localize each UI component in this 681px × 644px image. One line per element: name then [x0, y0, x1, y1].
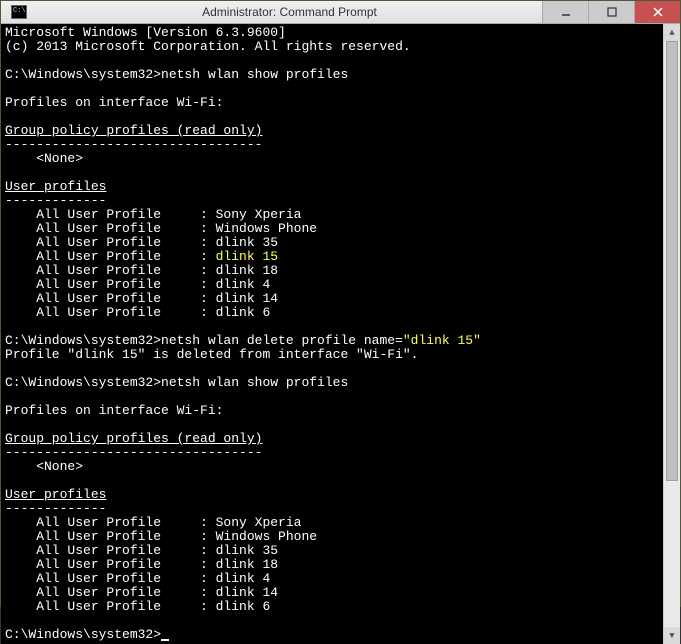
close-icon	[653, 7, 663, 17]
minimize-button[interactable]	[542, 1, 588, 23]
titlebar[interactable]: Administrator: Command Prompt	[1, 1, 680, 24]
maximize-icon	[607, 7, 617, 17]
minimize-icon	[561, 7, 571, 17]
scroll-down-arrow[interactable]: ▼	[664, 627, 680, 644]
window-title: Administrator: Command Prompt	[37, 5, 542, 19]
console-area: Microsoft Windows [Version 6.3.9600] (c)…	[1, 24, 680, 644]
vertical-scrollbar[interactable]: ▲ ▼	[663, 24, 680, 644]
scroll-thumb[interactable]	[666, 41, 678, 481]
scroll-track[interactable]	[664, 41, 680, 627]
cmd-icon	[11, 5, 27, 19]
command-prompt-window: Administrator: Command Prompt Microsoft …	[0, 0, 681, 607]
window-controls	[542, 1, 680, 23]
console-output[interactable]: Microsoft Windows [Version 6.3.9600] (c)…	[1, 24, 663, 644]
close-button[interactable]	[634, 1, 680, 23]
system-menu[interactable]	[1, 5, 37, 19]
scroll-up-arrow[interactable]: ▲	[664, 24, 680, 41]
maximize-button[interactable]	[588, 1, 634, 23]
